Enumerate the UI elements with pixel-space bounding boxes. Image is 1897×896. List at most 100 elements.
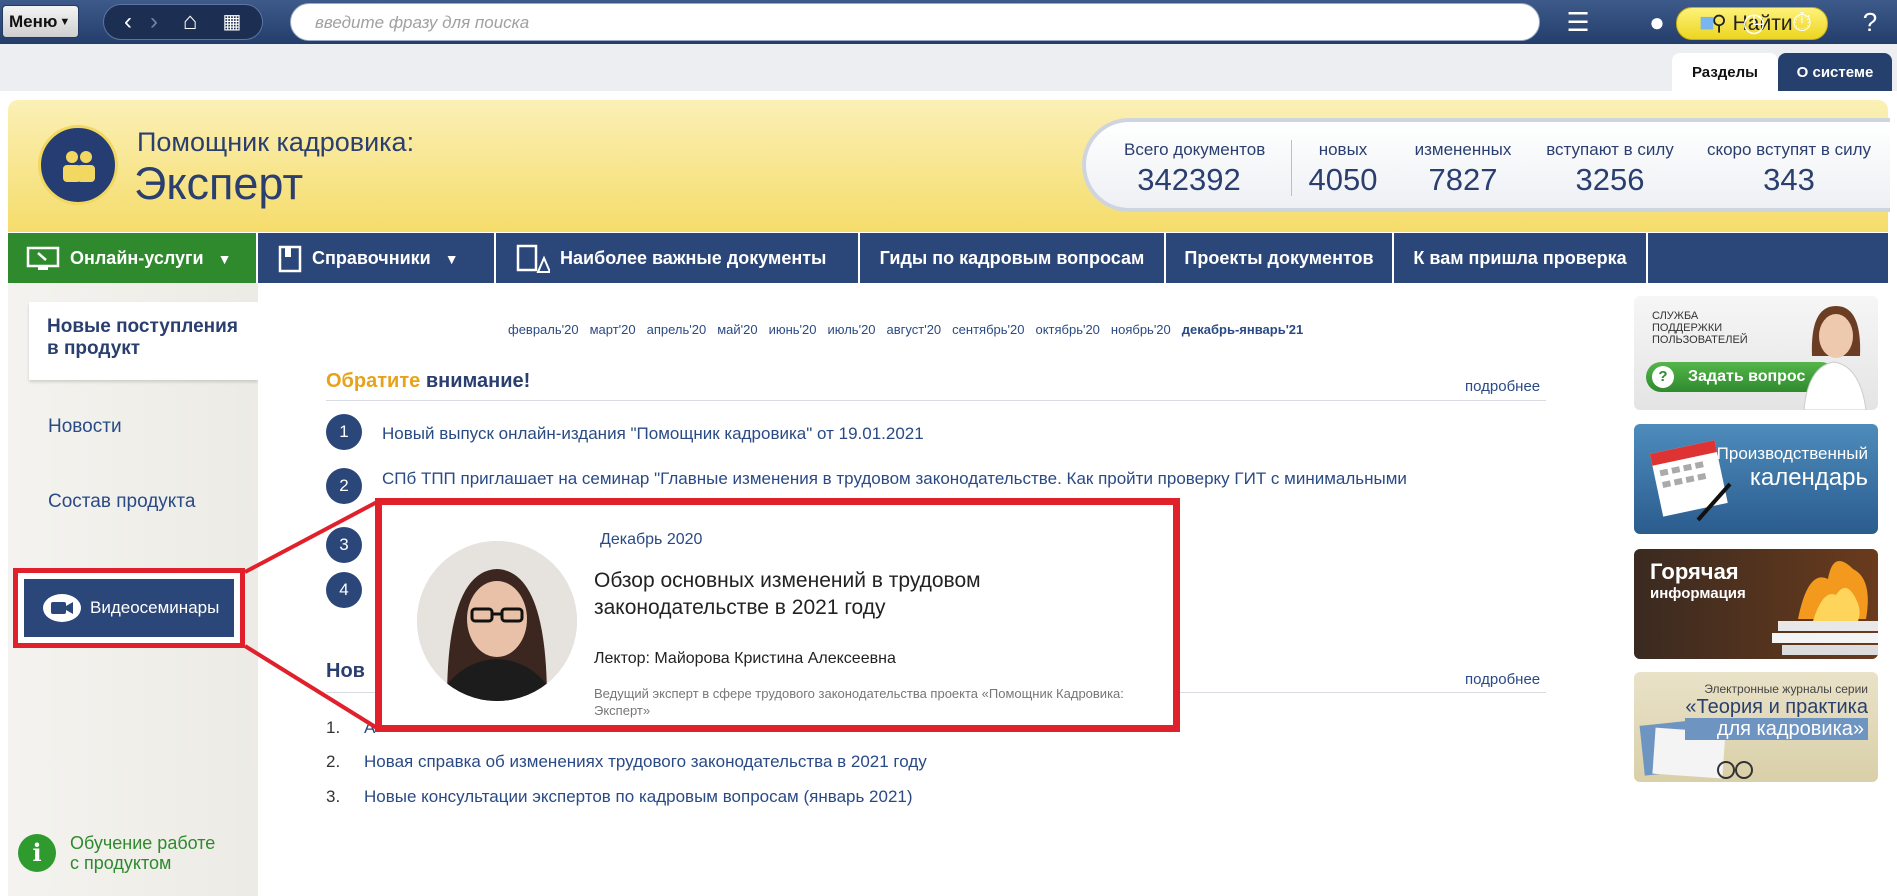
month-link[interactable]: сентябрь'20 (952, 322, 1024, 337)
lecturer-avatar-icon (417, 541, 577, 701)
video-seminar-popup[interactable]: Декабрь 2020 Обзор основных изменений в … (375, 498, 1180, 732)
nav-important-documents[interactable]: Наиболее важные документы (496, 233, 860, 283)
tab-sections[interactable]: Разделы (1672, 53, 1778, 91)
home-icon[interactable]: ⌂ (174, 7, 206, 37)
stat-divider (1291, 140, 1292, 196)
sidebar-item-new-arrivals[interactable]: Новые поступления в продукт (29, 302, 258, 380)
sidebar-item-video-seminars[interactable]: Видеосеминары (24, 579, 234, 637)
journals-banner[interactable]: Электронные журналы серии «Теория и прак… (1634, 672, 1878, 782)
month-selector: февраль'20 март'20 апрель'20 май'20 июнь'20 и… (508, 322, 1314, 337)
nav-online-services[interactable]: Онлайн-услуги ▼ (8, 233, 258, 283)
main-navigation: Онлайн-услуги ▼ Справочники ▼ Наиболее важ… (8, 233, 1888, 283)
attention-title: Обратите внимание! (326, 370, 530, 393)
search-box: ⚲ Найти (290, 3, 1828, 41)
learning-link[interactable]: i Обучение работе с продуктом (18, 830, 248, 880)
list-number: 2. (326, 752, 341, 771)
stat-label: скоро вступят в силу (1706, 140, 1872, 159)
calendar-title2: календарь (1749, 464, 1868, 491)
news-item-link[interactable]: А (364, 718, 375, 738)
search-input[interactable] (313, 10, 1373, 36)
stat-coming-into-force[interactable]: вступают в силу 3256 (1538, 140, 1682, 198)
sidebar-item-news[interactable]: Новости (48, 416, 122, 438)
month-link[interactable]: май'20 (717, 322, 757, 337)
product-logo (38, 125, 118, 205)
forward-arrow-icon[interactable]: › (138, 7, 170, 37)
brand-line1: Помощник кадровика: (137, 127, 415, 157)
help-icon[interactable]: ? (1853, 6, 1887, 38)
nav-inspection[interactable]: К вам пришла проверка (1394, 233, 1648, 283)
calendar-title1: Производственный (1716, 444, 1868, 463)
stat-soon-in-force[interactable]: скоро вступят в силу 343 (1702, 140, 1876, 198)
news-item-link[interactable]: Новая справка об изменениях трудового за… (364, 752, 927, 772)
news-more-link[interactable]: подробнее (1465, 671, 1540, 688)
stat-value: 4050 (1308, 162, 1378, 197)
stat-value: 343 (1763, 162, 1815, 197)
nav-label: Онлайн-услуги (70, 248, 204, 268)
attention-more-link[interactable]: подробнее (1465, 378, 1540, 395)
attention-item-link[interactable]: СПб ТПП приглашает на семинар "Главные и… (382, 469, 1407, 489)
production-calendar-banner[interactable]: Производственный календарь (1634, 424, 1878, 534)
nav-directories[interactable]: Справочники ▼ (258, 233, 496, 283)
ask-label: Задать вопрос (1688, 368, 1806, 385)
month-link[interactable]: апрель'20 (647, 322, 707, 337)
month-link[interactable]: июнь'20 (769, 322, 817, 337)
attention-title-blue: внимание! (425, 370, 531, 392)
month-link[interactable]: октябрь'20 (1035, 322, 1099, 337)
dropdown-arrow-icon: ▼ (217, 251, 232, 267)
hot-info-title2: информация (1650, 585, 1746, 602)
learning-label: Обучение работе с продуктом (70, 833, 215, 873)
month-link-current[interactable]: декабрь-январь'21 (1182, 322, 1303, 337)
menu-label: Меню (9, 12, 58, 31)
stat-value: 7827 (1428, 162, 1498, 197)
stat-changed[interactable]: измененных 7827 (1408, 140, 1518, 198)
stopwatch-icon[interactable]: ⏱ (1785, 6, 1819, 38)
stat-value: 342392 (1137, 162, 1241, 197)
journals-title: «Теория и практика для кадровика» (1685, 696, 1868, 740)
stat-total: Всего документов 342392 (1124, 140, 1265, 198)
divider (326, 400, 1546, 401)
fire-newspapers-icon (1772, 561, 1878, 655)
question-icon: ? (1652, 366, 1674, 388)
month-link[interactable]: август'20 (887, 322, 942, 337)
video-seminars-highlight: Видеосеминары (13, 568, 245, 648)
nav-label: Справочники (312, 248, 431, 268)
hot-info-banner[interactable]: Горячая информация (1634, 549, 1878, 659)
stat-label: измененных (1414, 140, 1512, 159)
video-camera-icon (43, 594, 81, 622)
month-link[interactable]: ноябрь'20 (1111, 322, 1171, 337)
news-item-link[interactable]: Новые консультации экспертов по кадровым… (364, 787, 913, 807)
stat-new[interactable]: новых 4050 (1298, 140, 1388, 198)
dropdown-arrow-icon: ▼ (444, 251, 459, 267)
seminar-lecturer: Лектор: Майорова Кристина Алексеевна (594, 650, 896, 667)
learning-line2: с продуктом (70, 853, 172, 873)
sidebar-item-composition[interactable]: Состав продукта (48, 491, 195, 513)
apps-grid-icon[interactable]: ▦ (216, 7, 248, 37)
item-number-badge: 4 (326, 572, 362, 608)
stat-value: 3256 (1575, 162, 1645, 197)
hamburger-menu-icon[interactable]: ☰ (1561, 6, 1595, 38)
nav-hr-guides[interactable]: Гиды по кадровым вопросам (860, 233, 1166, 283)
attention-title-orange: Обратите (326, 370, 421, 392)
support-banner[interactable]: СЛУЖБА ПОДДЕРЖКИ ПОЛЬЗОВАТЕЛЕЙ ? Задать … (1634, 296, 1878, 410)
month-link[interactable]: март'20 (590, 322, 636, 337)
attention-item-link[interactable]: Новый выпуск онлайн-издания "Помощник ка… (382, 424, 924, 444)
seminar-date: Декабрь 2020 (600, 531, 703, 548)
seminar-title: Обзор основных изменений в трудовом зако… (594, 569, 981, 619)
nav-draft-documents[interactable]: Проекты документов (1166, 233, 1394, 283)
journals-title1: «Теория и практика (1685, 696, 1868, 718)
monitor-icon (26, 247, 60, 271)
tab-about-system[interactable]: О системе (1778, 53, 1892, 91)
menu-button[interactable]: Меню ▼ (2, 5, 79, 38)
user-profile-icon[interactable]: ● (1640, 6, 1674, 38)
month-link[interactable]: февраль'20 (508, 322, 579, 337)
month-link[interactable]: июль'20 (828, 322, 876, 337)
item-number-badge: 3 (326, 527, 362, 563)
support-text: СЛУЖБА ПОДДЕРЖКИ ПОЛЬЗОВАТЕЛЕЙ (1652, 310, 1748, 346)
history-clock-icon[interactable]: ◷ (1737, 6, 1771, 38)
hot-info-title1: Горячая (1650, 559, 1739, 584)
caret-down-icon: ▼ (59, 16, 71, 28)
top-bar: Меню▼ ‹ › ⌂ ▦ ⚲ Найти ☰ ● ■ ◷ ⏱ ? (0, 0, 1897, 44)
people-icon (63, 151, 95, 182)
nav-label: Наиболее важные документы (560, 248, 827, 268)
folder-icon[interactable]: ■ (1690, 6, 1724, 38)
